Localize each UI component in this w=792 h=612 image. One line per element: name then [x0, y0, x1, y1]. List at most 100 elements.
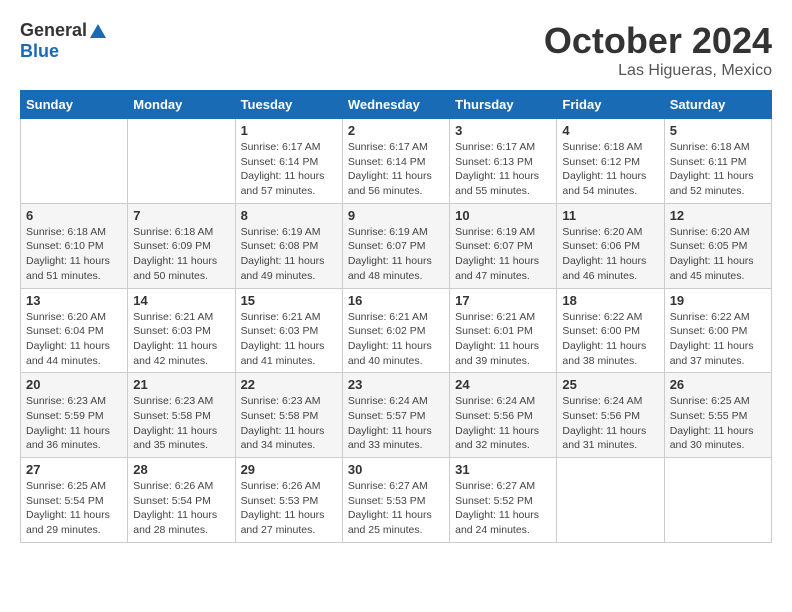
day-number: 26 — [670, 377, 766, 392]
calendar-week-row: 1 Sunrise: 6:17 AMSunset: 6:14 PMDaylight… — [21, 119, 772, 204]
day-info: Sunrise: 6:20 AMSunset: 6:05 PMDaylight:… — [670, 225, 766, 284]
day-info: Sunrise: 6:25 AMSunset: 5:54 PMDaylight:… — [26, 479, 122, 538]
calendar-cell: 30Sunrise: 6:27 AMSunset: 5:53 PMDayligh… — [342, 458, 449, 543]
logo-blue: Blue — [20, 41, 59, 62]
day-number: 22 — [241, 377, 337, 392]
day-number: 28 — [133, 462, 229, 477]
day-number: 29 — [241, 462, 337, 477]
day-info: Sunrise: 6:19 AMSunset: 6:08 PMDaylight:… — [241, 225, 337, 284]
day-number: 6 — [26, 208, 122, 223]
calendar-cell: 21 Sunrise: 6:23 AMSunset: 5:58 PMDayligh… — [128, 373, 235, 458]
calendar-cell: 23Sunrise: 6:24 AMSunset: 5:57 PMDayligh… — [342, 373, 449, 458]
day-info: Sunrise: 6:25 AMSunset: 5:55 PMDaylight:… — [670, 394, 766, 453]
calendar-cell: 27 Sunrise: 6:25 AMSunset: 5:54 PMDayligh… — [21, 458, 128, 543]
day-number: 14 — [133, 293, 229, 308]
day-number: 20 — [26, 377, 122, 392]
day-info: Sunrise: 6:21 AMSunset: 6:03 PMDaylight:… — [241, 310, 337, 369]
day-info: Sunrise: 6:23 AMSunset: 5:58 PMDaylight:… — [241, 394, 337, 453]
day-number: 10 — [455, 208, 551, 223]
day-number: 15 — [241, 293, 337, 308]
day-info: Sunrise: 6:22 AMSunset: 6:00 PMDaylight:… — [670, 310, 766, 369]
calendar-cell: 12 Sunrise: 6:20 AMSunset: 6:05 PMDayligh… — [664, 203, 771, 288]
day-info: Sunrise: 6:19 AMSunset: 6:07 PMDaylight:… — [348, 225, 444, 284]
calendar-cell: 11 Sunrise: 6:20 AMSunset: 6:06 PMDayligh… — [557, 203, 664, 288]
day-info: Sunrise: 6:23 AMSunset: 5:59 PMDaylight:… — [26, 394, 122, 453]
calendar-cell — [557, 458, 664, 543]
logo: General Blue — [20, 20, 107, 62]
calendar-cell: 26 Sunrise: 6:25 AMSunset: 5:55 PMDayligh… — [664, 373, 771, 458]
calendar-cell: 6 Sunrise: 6:18 AMSunset: 6:10 PMDaylight… — [21, 203, 128, 288]
day-number: 31 — [455, 462, 551, 477]
day-number: 1 — [241, 123, 337, 138]
day-number: 16 — [348, 293, 444, 308]
day-info: Sunrise: 6:21 AMSunset: 6:02 PMDaylight:… — [348, 310, 444, 369]
title-area: October 2024 Las Higueras, Mexico — [544, 20, 772, 80]
calendar-cell — [128, 119, 235, 204]
calendar-header-tuesday: Tuesday — [235, 91, 342, 119]
logo-icon — [89, 22, 107, 40]
calendar-cell: 15 Sunrise: 6:21 AMSunset: 6:03 PMDayligh… — [235, 288, 342, 373]
calendar-header-saturday: Saturday — [664, 91, 771, 119]
calendar-cell: 1Sunrise: 6:17 AMSunset: 6:14 PMDaylight… — [235, 119, 342, 204]
calendar-week-row: 27 Sunrise: 6:25 AMSunset: 5:54 PMDayligh… — [21, 458, 772, 543]
day-number: 4 — [562, 123, 658, 138]
day-info: Sunrise: 6:27 AMSunset: 5:52 PMDaylight:… — [455, 479, 551, 538]
day-info: Sunrise: 6:26 AMSunset: 5:53 PMDaylight:… — [241, 479, 337, 538]
day-info: Sunrise: 6:27 AMSunset: 5:53 PMDaylight:… — [348, 479, 444, 538]
calendar-cell: 17 Sunrise: 6:21 AMSunset: 6:01 PMDayligh… — [450, 288, 557, 373]
calendar-cell: 22 Sunrise: 6:23 AMSunset: 5:58 PMDayligh… — [235, 373, 342, 458]
calendar-header-row: SundayMondayTuesdayWednesdayThursdayFrid… — [21, 91, 772, 119]
calendar-header-monday: Monday — [128, 91, 235, 119]
day-info: Sunrise: 6:24 AMSunset: 5:56 PMDaylight:… — [455, 394, 551, 453]
day-info: Sunrise: 6:21 AMSunset: 6:03 PMDaylight:… — [133, 310, 229, 369]
calendar-cell: 24 Sunrise: 6:24 AMSunset: 5:56 PMDayligh… — [450, 373, 557, 458]
day-number: 3 — [455, 123, 551, 138]
day-info: Sunrise: 6:18 AMSunset: 6:09 PMDaylight:… — [133, 225, 229, 284]
day-number: 27 — [26, 462, 122, 477]
day-number: 25 — [562, 377, 658, 392]
calendar-cell: 20 Sunrise: 6:23 AMSunset: 5:59 PMDayligh… — [21, 373, 128, 458]
calendar-header-sunday: Sunday — [21, 91, 128, 119]
calendar-cell: 31 Sunrise: 6:27 AMSunset: 5:52 PMDayligh… — [450, 458, 557, 543]
day-number: 2 — [348, 123, 444, 138]
day-info: Sunrise: 6:19 AMSunset: 6:07 PMDaylight:… — [455, 225, 551, 284]
calendar-cell — [21, 119, 128, 204]
calendar-header-wednesday: Wednesday — [342, 91, 449, 119]
calendar-cell: 14 Sunrise: 6:21 AMSunset: 6:03 PMDayligh… — [128, 288, 235, 373]
day-number: 13 — [26, 293, 122, 308]
calendar-header-thursday: Thursday — [450, 91, 557, 119]
day-info: Sunrise: 6:17 AMSunset: 6:13 PMDaylight:… — [455, 140, 551, 199]
day-info: Sunrise: 6:18 AMSunset: 6:10 PMDaylight:… — [26, 225, 122, 284]
calendar-week-row: 13Sunrise: 6:20 AMSunset: 6:04 PMDayligh… — [21, 288, 772, 373]
calendar-week-row: 20 Sunrise: 6:23 AMSunset: 5:59 PMDayligh… — [21, 373, 772, 458]
calendar-cell: 28Sunrise: 6:26 AMSunset: 5:54 PMDayligh… — [128, 458, 235, 543]
day-number: 23 — [348, 377, 444, 392]
day-number: 19 — [670, 293, 766, 308]
calendar-cell: 2 Sunrise: 6:17 AMSunset: 6:14 PMDaylight… — [342, 119, 449, 204]
day-info: Sunrise: 6:21 AMSunset: 6:01 PMDaylight:… — [455, 310, 551, 369]
location-subtitle: Las Higueras, Mexico — [544, 62, 772, 80]
day-number: 11 — [562, 208, 658, 223]
calendar-cell: 5Sunrise: 6:18 AMSunset: 6:11 PMDaylight… — [664, 119, 771, 204]
day-info: Sunrise: 6:17 AMSunset: 6:14 PMDaylight:… — [348, 140, 444, 199]
calendar-cell — [664, 458, 771, 543]
calendar-cell: 29 Sunrise: 6:26 AMSunset: 5:53 PMDayligh… — [235, 458, 342, 543]
day-info: Sunrise: 6:20 AMSunset: 6:06 PMDaylight:… — [562, 225, 658, 284]
month-title: October 2024 — [544, 20, 772, 62]
logo-general: General — [20, 20, 87, 41]
calendar-cell: 18Sunrise: 6:22 AMSunset: 6:00 PMDayligh… — [557, 288, 664, 373]
day-number: 12 — [670, 208, 766, 223]
day-info: Sunrise: 6:23 AMSunset: 5:58 PMDaylight:… — [133, 394, 229, 453]
day-number: 17 — [455, 293, 551, 308]
header: General Blue October 2024 Las Higueras, … — [20, 20, 772, 80]
calendar-header-friday: Friday — [557, 91, 664, 119]
day-number: 24 — [455, 377, 551, 392]
calendar-cell: 4Sunrise: 6:18 AMSunset: 6:12 PMDaylight… — [557, 119, 664, 204]
calendar-cell: 13Sunrise: 6:20 AMSunset: 6:04 PMDayligh… — [21, 288, 128, 373]
day-number: 21 — [133, 377, 229, 392]
day-number: 18 — [562, 293, 658, 308]
calendar-cell: 9Sunrise: 6:19 AMSunset: 6:07 PMDaylight… — [342, 203, 449, 288]
calendar-cell: 19 Sunrise: 6:22 AMSunset: 6:00 PMDayligh… — [664, 288, 771, 373]
calendar-cell: 8Sunrise: 6:19 AMSunset: 6:08 PMDaylight… — [235, 203, 342, 288]
calendar-week-row: 6 Sunrise: 6:18 AMSunset: 6:10 PMDaylight… — [21, 203, 772, 288]
